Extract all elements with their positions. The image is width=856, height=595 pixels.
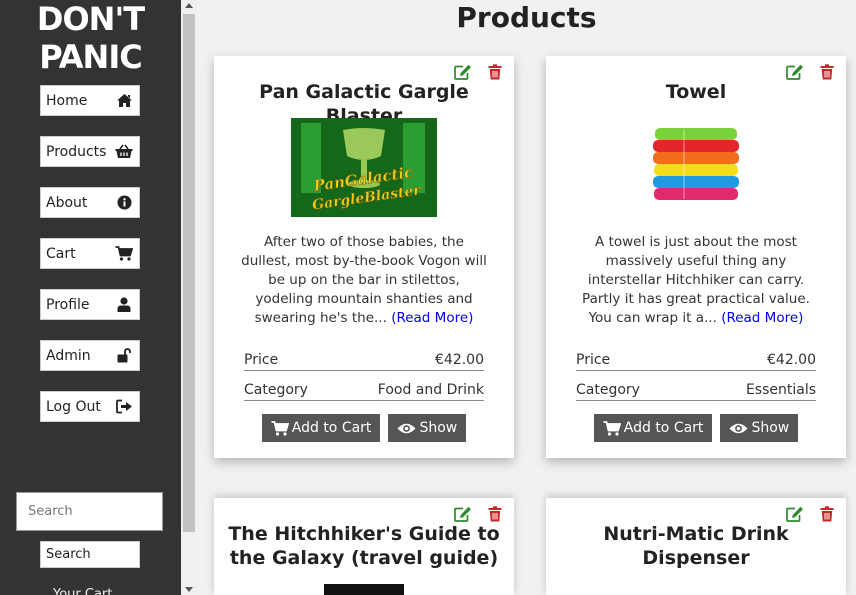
product-image[interactable] bbox=[623, 118, 769, 217]
logo-line-1: DON'T bbox=[36, 0, 145, 38]
delete-icon[interactable] bbox=[484, 504, 506, 524]
logo[interactable]: DON'T PANIC bbox=[0, 0, 181, 76]
unlock-icon bbox=[113, 347, 135, 365]
basket-icon bbox=[113, 143, 135, 161]
nav-cart-label: Cart bbox=[46, 245, 76, 262]
add-to-cart-button[interactable]: Add to Cart bbox=[593, 414, 713, 442]
nav-admin-button[interactable]: Admin bbox=[40, 340, 140, 371]
search-button[interactable]: Search bbox=[40, 541, 140, 568]
category-value: Essentials bbox=[745, 382, 816, 398]
product-description: After two of those babies, the dullest, … bbox=[240, 233, 488, 328]
logo-line-2: PANIC bbox=[39, 38, 142, 76]
nav-home-button[interactable]: Home bbox=[40, 85, 140, 116]
sign-out-icon bbox=[113, 398, 135, 416]
product-card: Towel A towel is just about the most mas… bbox=[546, 56, 846, 458]
scrollbar[interactable] bbox=[181, 0, 197, 595]
product-card: Nutri-Matic Drink Dispenser bbox=[546, 498, 846, 595]
edit-icon[interactable] bbox=[452, 504, 474, 524]
cart-icon bbox=[271, 420, 289, 436]
add-to-cart-label: Add to Cart bbox=[623, 420, 704, 436]
nav-about-label: About bbox=[46, 194, 88, 211]
cart-icon bbox=[603, 420, 621, 436]
show-label: Show bbox=[751, 420, 790, 436]
price-value: €42.00 bbox=[767, 352, 816, 368]
product-title[interactable]: Towel bbox=[556, 80, 836, 104]
category-label: Category bbox=[576, 382, 640, 398]
price-row: Price €42.00 bbox=[576, 351, 816, 371]
category-row: Category Food and Drink bbox=[244, 381, 484, 401]
product-description: A towel is just about the most massively… bbox=[572, 233, 820, 328]
product-title[interactable]: The Hitchhiker's Guide to the Galaxy (tr… bbox=[224, 522, 504, 570]
category-label: Category bbox=[244, 382, 308, 398]
delete-icon[interactable] bbox=[484, 62, 506, 82]
nav-logout-button[interactable]: Log Out bbox=[40, 391, 140, 422]
scroll-down-arrow-icon[interactable] bbox=[185, 587, 193, 592]
cart-icon bbox=[113, 245, 135, 263]
price-value: €42.00 bbox=[435, 352, 484, 368]
nav-products-label: Products bbox=[46, 143, 107, 160]
add-to-cart-label: Add to Cart bbox=[291, 420, 372, 436]
product-title[interactable]: Nutri-Matic Drink Dispenser bbox=[556, 522, 836, 570]
sidebar: DON'T PANIC Home Products About Cart Pro… bbox=[0, 0, 181, 595]
product-card: The Hitchhiker's Guide to the Galaxy (tr… bbox=[214, 498, 514, 595]
product-card: Pan Galactic Gargle Blaster PanGalactic … bbox=[214, 56, 514, 458]
scroll-up-arrow-icon[interactable] bbox=[185, 3, 193, 8]
edit-icon[interactable] bbox=[784, 504, 806, 524]
price-label: Price bbox=[576, 352, 611, 368]
add-to-cart-button[interactable]: Add to Cart bbox=[261, 414, 381, 442]
read-more-link[interactable]: (Read More) bbox=[391, 310, 473, 326]
eye-icon bbox=[729, 422, 748, 435]
nav-profile-button[interactable]: Profile bbox=[40, 289, 140, 320]
nav-profile-label: Profile bbox=[46, 296, 90, 313]
nav-logout-label: Log Out bbox=[46, 398, 101, 415]
read-more-link[interactable]: (Read More) bbox=[721, 310, 803, 326]
show-button[interactable]: Show bbox=[720, 414, 799, 442]
nav-admin-label: Admin bbox=[46, 347, 91, 364]
show-label: Show bbox=[419, 420, 458, 436]
nav-about-button[interactable]: About bbox=[40, 187, 140, 218]
delete-icon[interactable] bbox=[816, 62, 838, 82]
scroll-thumb[interactable] bbox=[183, 14, 195, 532]
nav-home-label: Home bbox=[46, 92, 88, 109]
user-icon bbox=[113, 296, 135, 314]
sidebar-cart-heading: Your Cart bbox=[53, 587, 113, 595]
search-input[interactable] bbox=[16, 492, 163, 531]
home-icon bbox=[113, 92, 135, 110]
price-label: Price bbox=[244, 352, 279, 368]
edit-icon[interactable] bbox=[784, 62, 806, 82]
price-row: Price €42.00 bbox=[244, 351, 484, 371]
nav-products-button[interactable]: Products bbox=[40, 136, 140, 167]
info-icon bbox=[113, 194, 135, 212]
edit-icon[interactable] bbox=[452, 62, 474, 82]
product-image[interactable]: PanGalactic GargleBlaster bbox=[291, 118, 437, 217]
page-title: Products bbox=[456, 1, 597, 34]
eye-icon bbox=[397, 422, 416, 435]
show-button[interactable]: Show bbox=[388, 414, 467, 442]
delete-icon[interactable] bbox=[816, 504, 838, 524]
nav-cart-button[interactable]: Cart bbox=[40, 238, 140, 269]
product-image[interactable] bbox=[324, 584, 404, 595]
category-value: Food and Drink bbox=[377, 382, 484, 398]
category-row: Category Essentials bbox=[576, 381, 816, 401]
